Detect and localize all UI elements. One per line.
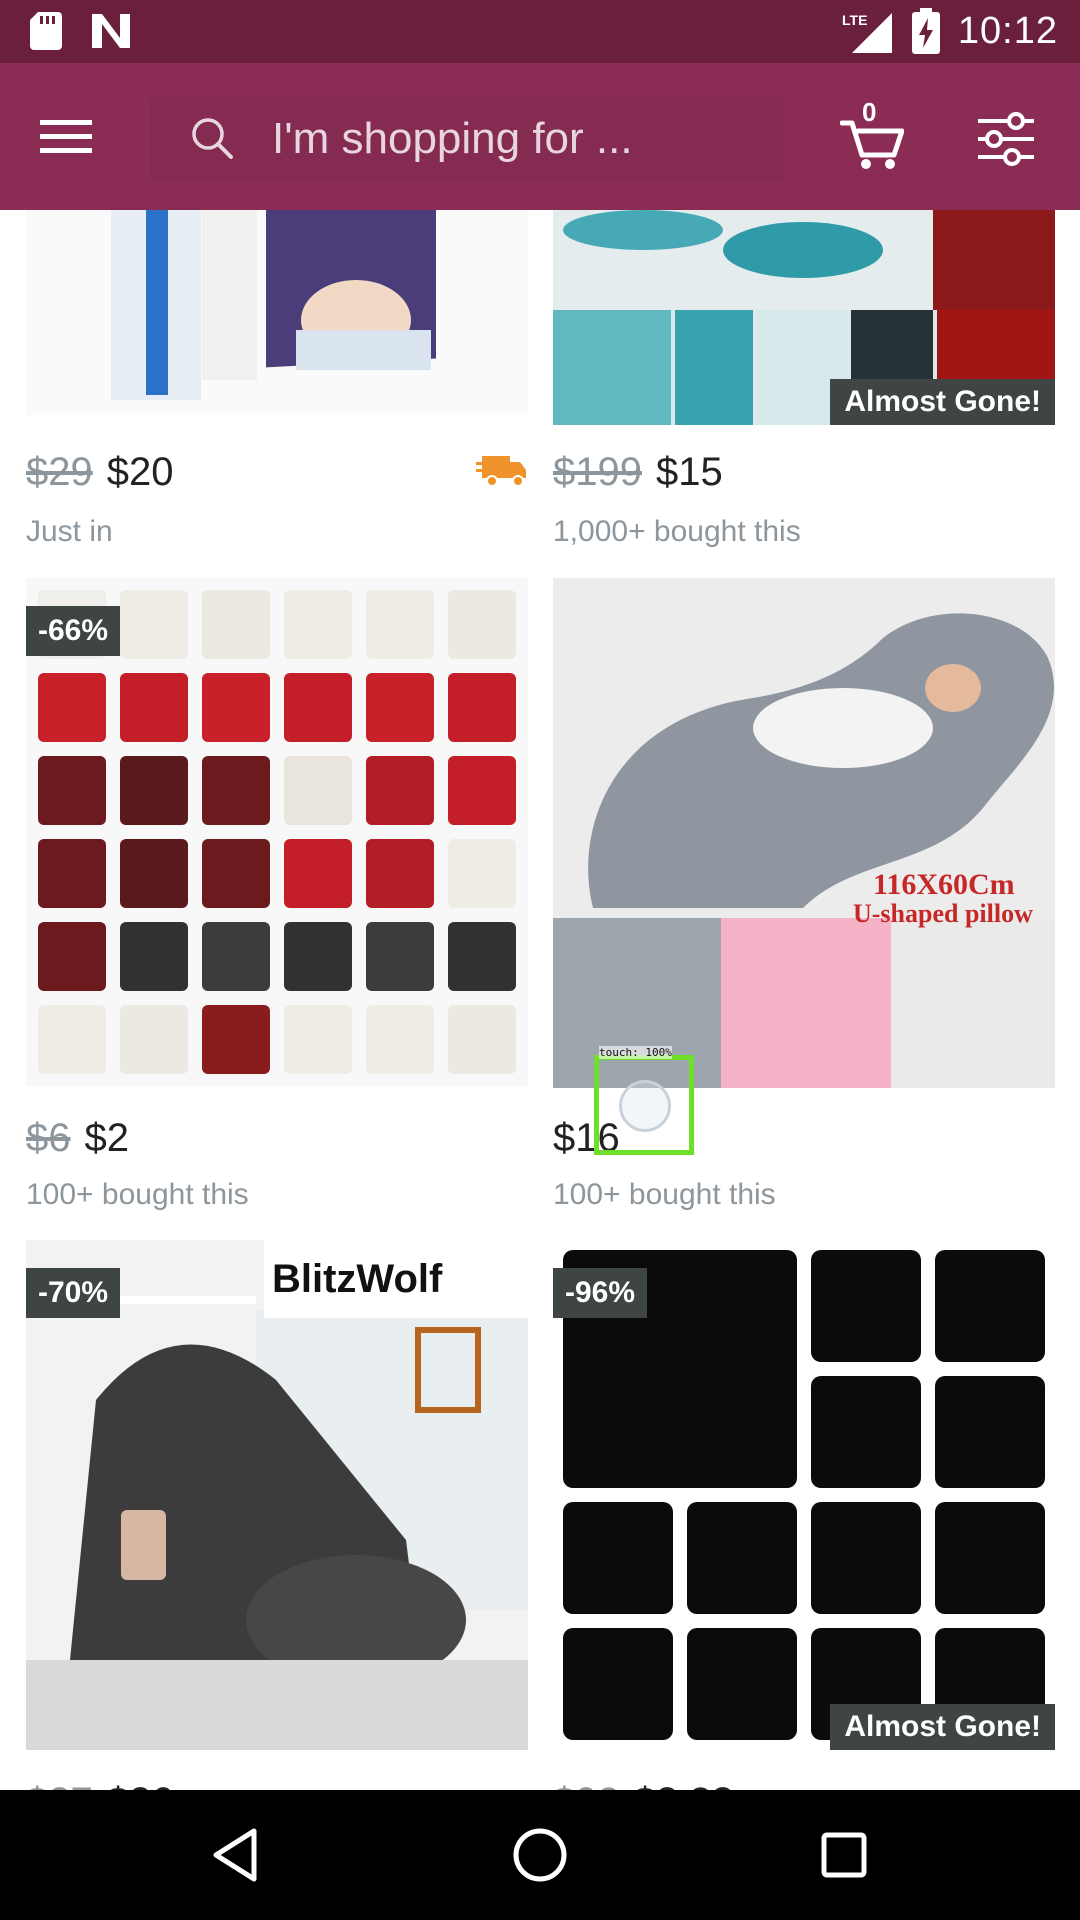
touch-label: touch: 100% xyxy=(599,1046,672,1059)
product-subtext: Just in xyxy=(26,515,113,548)
discount-badge: -70% xyxy=(26,1268,121,1318)
sd-card-icon xyxy=(30,12,62,50)
recents-square-icon xyxy=(821,1832,867,1878)
search-bar[interactable] xyxy=(150,96,785,181)
sale-price: $20 xyxy=(106,450,174,494)
back-triangle-icon xyxy=(213,1828,257,1882)
product-image xyxy=(26,210,528,415)
svg-text:LTE: LTE xyxy=(842,12,867,28)
screen: LTE 10:12 I'm shopping for ... 0 $29 $20… xyxy=(0,0,1080,1920)
product-grid[interactable]: $29 $20 Just in Almost Gone! $199 $15 1,… xyxy=(0,210,1080,1790)
product-subtext: 100+ bought this xyxy=(26,1178,249,1211)
original-price: $98 xyxy=(553,1780,620,1790)
filter-button[interactable] xyxy=(978,111,1034,167)
original-price: $29 xyxy=(26,450,93,494)
filter-sliders-icon xyxy=(978,112,1034,166)
app-bar: 0 xyxy=(0,63,1080,210)
product-card[interactable]: -96% Almost Gone! $98 $3.83 xyxy=(553,1240,1055,1790)
almost-gone-badge: Almost Gone! xyxy=(830,379,1055,425)
discount-badge: -66% xyxy=(26,606,121,656)
search-icon xyxy=(192,118,233,159)
status-bar: LTE 10:12 xyxy=(0,0,1080,63)
recents-button[interactable] xyxy=(814,1825,874,1885)
home-button[interactable] xyxy=(510,1825,570,1885)
search-input[interactable] xyxy=(272,96,772,181)
product-image: -66% xyxy=(26,578,528,1086)
product-card[interactable]: Almost Gone! $199 $15 1,000+ bought this xyxy=(553,210,1055,555)
status-time: 10:12 xyxy=(957,9,1058,52)
cart-button[interactable]: 0 xyxy=(839,97,905,171)
original-price: $27 xyxy=(26,1780,93,1790)
battery-charging-icon xyxy=(911,8,940,54)
product-image: Almost Gone! xyxy=(553,210,1055,425)
cart-count-badge: 0 xyxy=(862,97,877,127)
price-row: $199 $15 xyxy=(553,450,723,495)
price-row: $27 $26 xyxy=(26,1780,174,1790)
product-card[interactable]: $29 $20 Just in xyxy=(26,210,528,555)
hamburger-menu-icon xyxy=(40,120,92,153)
fast-shipping-truck-icon xyxy=(476,456,526,487)
touch-point xyxy=(619,1080,671,1132)
touch-indicator: touch: 100% xyxy=(594,1046,694,1155)
n-notification-icon xyxy=(92,14,130,48)
navigation-bar xyxy=(0,1790,1080,1920)
image-text-size: 116X60Cm xyxy=(873,868,1015,901)
menu-button[interactable] xyxy=(40,111,92,163)
product-image: BlitzWolf -70% xyxy=(26,1240,528,1750)
product-subtext: 1,000+ bought this xyxy=(553,515,801,548)
product-subtext: 100+ bought this xyxy=(553,1178,776,1211)
almost-gone-badge: Almost Gone! xyxy=(830,1704,1055,1750)
sale-price: $26 xyxy=(107,1780,174,1790)
sale-price: $15 xyxy=(655,450,723,494)
original-price: $6 xyxy=(26,1116,71,1160)
image-text-shape: U-shaped pillow xyxy=(853,899,1033,928)
price-row: $98 $3.83 xyxy=(553,1780,734,1790)
blitzwolf-logo: BlitzWolf xyxy=(272,1257,443,1301)
sale-price: $2 xyxy=(84,1116,130,1160)
price-row: $6 $2 xyxy=(26,1116,129,1161)
product-card[interactable]: BlitzWolf -70% $27 $26 xyxy=(26,1240,528,1790)
discount-badge: -96% xyxy=(553,1268,648,1318)
home-circle-icon xyxy=(513,1828,567,1882)
product-image: -96% Almost Gone! xyxy=(553,1240,1055,1750)
back-button[interactable] xyxy=(206,1825,266,1885)
product-image: 116X60Cm U-shaped pillow xyxy=(553,578,1055,1088)
original-price: $199 xyxy=(553,450,642,494)
sale-price: $3.83 xyxy=(634,1780,734,1790)
lte-signal-icon: LTE xyxy=(842,12,892,53)
price-row: $29 $20 xyxy=(26,450,174,495)
